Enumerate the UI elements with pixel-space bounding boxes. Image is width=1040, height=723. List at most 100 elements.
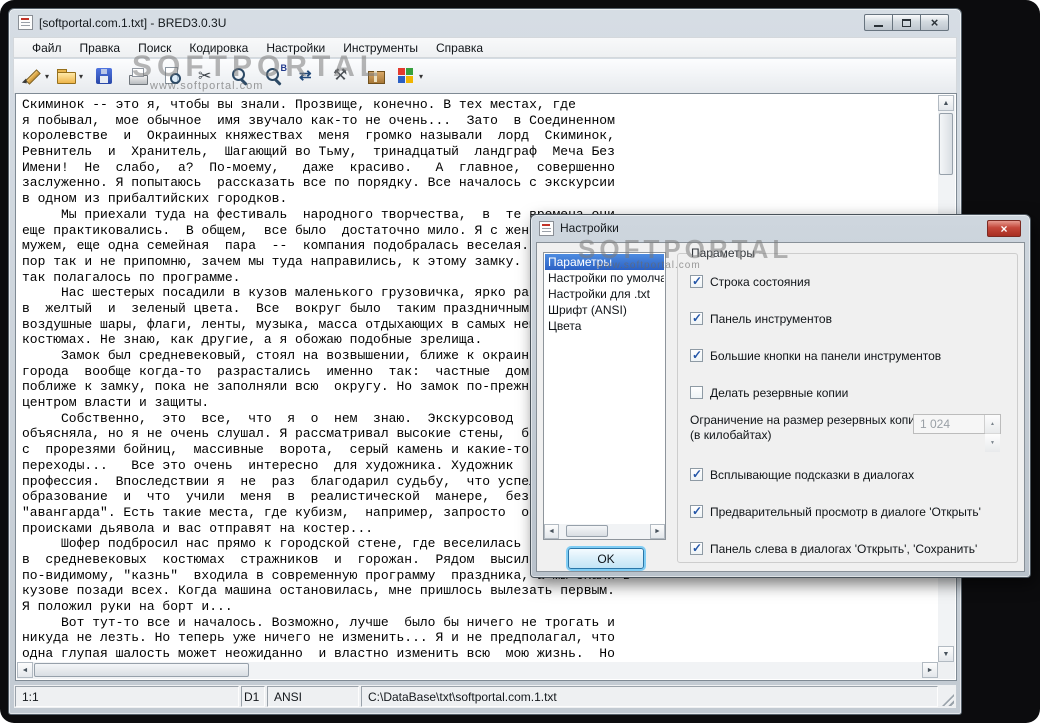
dropdown-arrow-icon[interactable] [77, 72, 85, 81]
option-row[interactable]: Большие кнопки на панели инструментов [690, 344, 1017, 367]
option-label: Предварительный просмотр в диалоге 'Откр… [710, 504, 981, 519]
option-row[interactable]: Панель слева в диалогах 'Открыть', 'Сохр… [690, 537, 1017, 560]
text-line: заслуженно. Я попытаюсь рассказать все п… [22, 175, 615, 191]
menu-item[interactable]: Настройки [258, 39, 333, 57]
text-line: никуда не лезть. Но теперь уже ничего не… [22, 630, 615, 646]
group-content: Строка состояния Панель инструментов Бол… [678, 254, 1017, 562]
close-icon [931, 14, 939, 32]
toolbar-button[interactable] [224, 62, 256, 91]
text-line: в одном из прибалтийских городков. [22, 191, 288, 207]
option-row[interactable]: Делать резервные копии [690, 381, 1017, 404]
option-row[interactable]: Всплывающие подсказки в диалогах [690, 463, 1017, 486]
scrollbar-corner [938, 662, 955, 679]
option-row[interactable]: Предварительный просмотр в диалоге 'Откр… [690, 500, 1017, 523]
checkbox[interactable] [690, 386, 703, 399]
toolbar-button[interactable] [190, 62, 222, 91]
toolbar-button[interactable] [156, 62, 188, 91]
title-bar[interactable]: [softportal.com.1.txt] - BRED3.0.3U [9, 9, 961, 36]
toolbar-icon [331, 65, 353, 87]
file-path: C:\DataBase\txt\softportal.com.1.txt [361, 686, 938, 707]
maximize-icon [902, 18, 911, 27]
option-label: Строка состояния [710, 274, 811, 289]
backup-limit-spinner[interactable]: 1 024 [913, 414, 1001, 452]
dropdown-arrow-icon[interactable] [43, 72, 51, 81]
cursor-position: 1:1 [15, 686, 239, 707]
option-label: Большие кнопки на панели инструментов [710, 348, 942, 363]
minimize-button[interactable] [864, 14, 893, 31]
option-label: Всплывающие подсказки в диалогах [710, 467, 915, 482]
text-line: кузове позади всех. Когда машина останов… [22, 583, 615, 599]
parameters-group: Параметры Строка состояния Пане [677, 246, 1018, 563]
horizontal-scroll-thumb[interactable] [34, 663, 249, 677]
text-line: королевстве и Окраинных княжествах меня … [22, 128, 615, 144]
option-label: Панель инструментов [710, 311, 832, 326]
text-line: я побывал, мое обычное имя звучало как-т… [22, 112, 615, 128]
text-line: Вот тут-то все и началось. Возможно, луч… [22, 614, 615, 630]
checkbox[interactable] [690, 274, 703, 288]
dialog-close-button[interactable] [987, 220, 1021, 237]
toolbar-button[interactable] [20, 62, 52, 91]
status-panel-d1: D1 [241, 686, 265, 707]
dropdown-arrow-icon[interactable] [417, 72, 425, 81]
scroll-left-button[interactable] [17, 662, 33, 678]
toolbar-button[interactable] [326, 62, 358, 91]
toolbar-icon [93, 65, 115, 87]
toolbar-button[interactable] [122, 62, 154, 91]
dialog-body: Параметры Настройки по умолчанию Настрой… [536, 242, 1025, 572]
dialog-title: Настройки [560, 221, 619, 235]
window-controls [864, 14, 949, 31]
dialog-title-bar[interactable]: Настройки [531, 215, 1030, 241]
spin-up-icon[interactable] [985, 415, 1000, 434]
encoding-indicator: ANSI [267, 686, 359, 707]
toolbar-icon [229, 65, 251, 87]
checkbox[interactable] [690, 504, 703, 518]
toolbar-button[interactable] [88, 62, 120, 91]
spin-down-icon[interactable] [985, 434, 1000, 452]
dialog-icon [539, 220, 554, 236]
menu-item[interactable]: Поиск [130, 39, 179, 57]
toolbar-button[interactable] [394, 62, 426, 91]
option-row[interactable]: Панель инструментов [690, 307, 1017, 330]
list-scroll-right-button[interactable] [650, 524, 665, 539]
checkbox[interactable] [690, 348, 703, 362]
toolbar-icon [297, 65, 319, 87]
scroll-right-button[interactable] [922, 662, 938, 678]
menu-item[interactable]: Правка [72, 39, 129, 57]
toolbar-button[interactable] [360, 62, 392, 91]
ok-button[interactable]: OK [568, 548, 644, 569]
menu-bar: Файл Правка Поиск Кодировка Настройки Ин… [13, 37, 957, 58]
toolbar-icon [21, 65, 43, 87]
list-scroll-left-button[interactable] [544, 524, 559, 539]
checkbox[interactable] [690, 541, 703, 555]
toolbar-button[interactable] [54, 62, 86, 91]
scroll-up-button[interactable] [938, 95, 954, 111]
list-scroll-thumb[interactable] [566, 525, 608, 537]
vertical-scroll-thumb[interactable] [939, 113, 953, 175]
checkbox[interactable] [690, 467, 703, 481]
window-title: [softportal.com.1.txt] - BRED3.0.3U [39, 15, 227, 30]
toolbar-button[interactable] [292, 62, 324, 91]
menu-item[interactable]: Файл [24, 39, 70, 57]
resize-grip[interactable] [940, 686, 955, 707]
backup-limit-value: 1 024 [920, 417, 951, 431]
menu-item[interactable]: Инструменты [335, 39, 426, 57]
toolbar-icon [161, 65, 183, 87]
horizontal-scrollbar [17, 662, 938, 679]
toolbar-badge: B [280, 62, 288, 73]
close-button[interactable] [920, 14, 949, 31]
menu-item[interactable]: Справка [428, 39, 491, 57]
option-row[interactable]: Строка состояния [690, 270, 1017, 293]
spinner-buttons [984, 415, 1000, 452]
minimize-icon [874, 25, 883, 27]
menu-item[interactable]: Кодировка [181, 39, 256, 57]
option-label: Делать резервные копии [710, 385, 849, 400]
toolbar-icon [127, 65, 149, 87]
scroll-down-button[interactable] [938, 646, 954, 662]
maximize-button[interactable] [892, 14, 921, 31]
toolbar-button[interactable]: B [258, 62, 290, 91]
option-label: Панель слева в диалогах 'Открыть', 'Сохр… [710, 541, 978, 556]
checkbox[interactable] [690, 311, 703, 325]
toolbar-icon [395, 65, 417, 87]
screenshot-frame: [softportal.com.1.txt] - BRED3.0.3U Файл… [0, 0, 1040, 723]
text-line: Я положил руки на борт и... [22, 599, 233, 614]
